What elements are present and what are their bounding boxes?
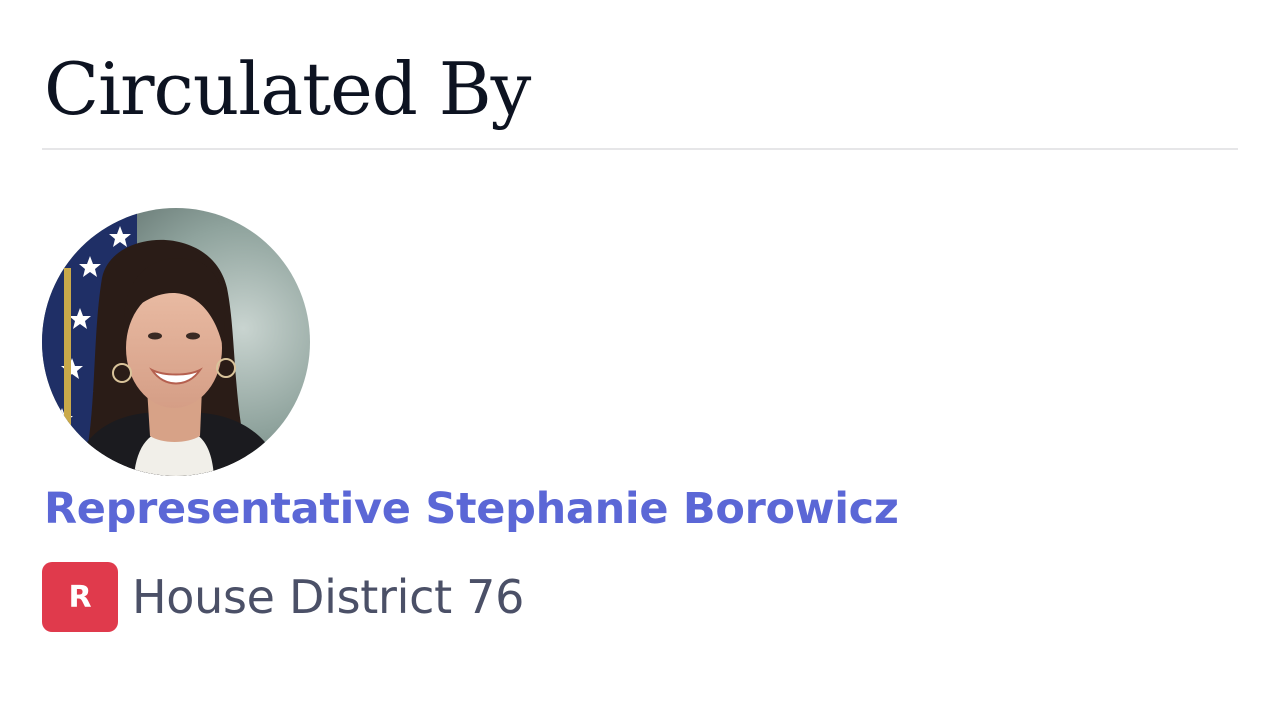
party-badge: R bbox=[42, 562, 118, 632]
sponsor-name-link[interactable]: Representative Stephanie Borowicz bbox=[44, 484, 899, 536]
sponsor-avatar[interactable] bbox=[42, 208, 310, 476]
district-row: R House District 76 bbox=[42, 562, 524, 632]
district-label: House District 76 bbox=[132, 570, 525, 624]
sponsor-card: Representative Stephanie Borowicz R Hous… bbox=[42, 206, 1002, 646]
section-divider bbox=[42, 148, 1238, 150]
section-title: Circulated By bbox=[44, 47, 531, 131]
